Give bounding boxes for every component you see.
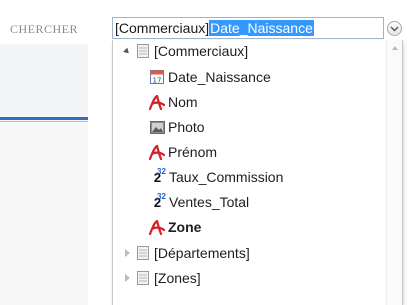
panel-accent-bar-light — [0, 121, 88, 122]
tree-field-taux-commission[interactable]: 2 32 Taux_Commission — [149, 165, 284, 189]
tree-field-zone[interactable]: Zone — [149, 215, 201, 239]
tree-field-nom[interactable]: Nom — [149, 90, 198, 114]
panel-accent-bar — [0, 117, 88, 120]
field-label: Ventes_Total — [169, 194, 250, 210]
search-input-selection: Date_Naissance — [209, 20, 314, 36]
field-label: Zone — [168, 219, 202, 235]
text-field-icon — [149, 144, 165, 160]
tree-table-label: [Commerciaux] — [154, 43, 249, 59]
left-panel-background — [0, 44, 88, 120]
chevron-down-icon — [390, 26, 399, 31]
calendar-icon: 17 — [149, 69, 165, 85]
tree-table-label: [Départements] — [154, 245, 250, 261]
svg-text:17: 17 — [153, 77, 162, 85]
field-label: Prénom — [168, 144, 218, 160]
number-icon: 2 32 — [153, 192, 166, 210]
tree-field-ventes-total[interactable]: 2 32 Ventes_Total — [149, 190, 249, 214]
table-icon — [135, 43, 151, 59]
tree-table-label: [Zones] — [154, 270, 201, 286]
autocomplete-dropdown[interactable]: [Commerciaux] 17 Date_Naissance Nom Phot… — [112, 40, 403, 305]
tree-field-prenom[interactable]: Prénom — [149, 140, 217, 164]
left-panel-background-lower — [0, 120, 88, 305]
scroll-up-arrow-icon[interactable] — [392, 46, 398, 50]
text-field-icon — [149, 94, 165, 110]
field-label: Photo — [168, 119, 205, 135]
tree-table-zones[interactable]: [Zones] — [121, 266, 201, 290]
tree-table-commerciaux[interactable]: [Commerciaux] — [121, 39, 248, 63]
number-icon: 2 32 — [153, 167, 166, 185]
search-label: CHERCHER — [10, 22, 79, 36]
table-icon — [135, 245, 151, 261]
tree-field-photo[interactable]: Photo — [149, 115, 205, 139]
search-input-prefix: [Commerciaux] — [115, 20, 210, 36]
search-options-button[interactable] — [387, 21, 402, 36]
search-input[interactable]: [Commerciaux] Date_Naissance — [112, 17, 384, 39]
tree-field-date-naissance[interactable]: 17 Date_Naissance — [149, 65, 271, 89]
field-label: Date_Naissance — [168, 69, 271, 85]
field-label: Nom — [168, 94, 198, 110]
dropdown-scrollbar[interactable] — [386, 40, 402, 305]
table-icon — [135, 270, 151, 286]
collapsed-triangle-icon[interactable] — [121, 272, 133, 284]
collapsed-triangle-icon[interactable] — [121, 247, 133, 259]
text-field-icon — [149, 219, 165, 235]
app-window: CHERCHER [Commerciaux] Date_Naissance [Co… — [0, 0, 413, 305]
picture-icon — [149, 119, 165, 135]
field-label: Taux_Commission — [169, 169, 284, 185]
expanded-triangle-icon[interactable] — [121, 45, 133, 57]
tree-table-departements[interactable]: [Départements] — [121, 241, 250, 265]
